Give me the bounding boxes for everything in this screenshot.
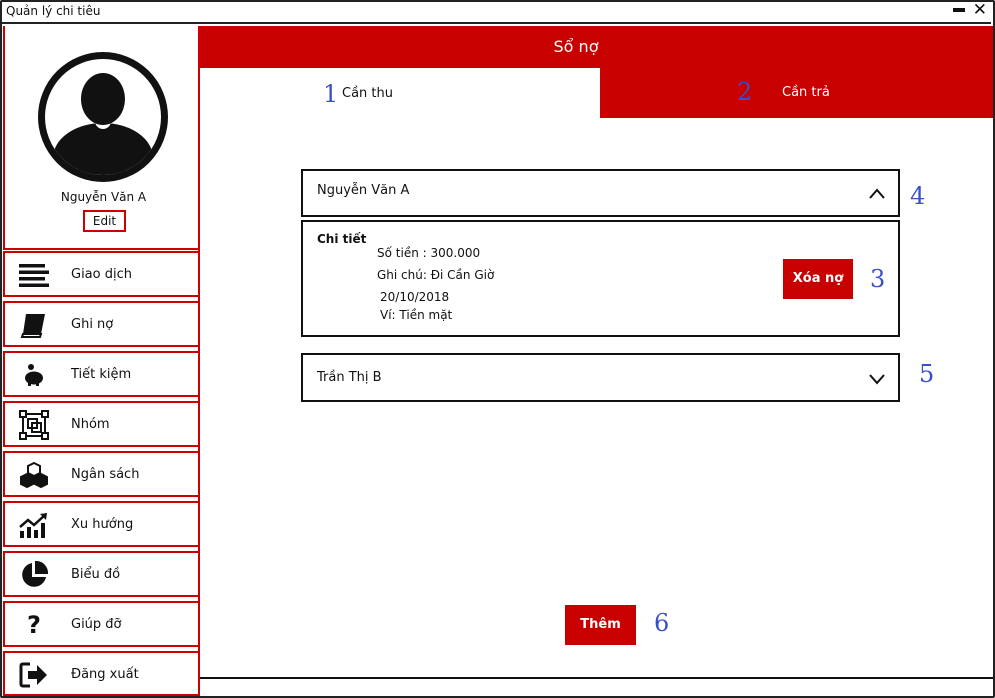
- annotation-5: 5: [919, 360, 935, 388]
- sidebar-item-label: Xu hướng: [71, 517, 134, 532]
- annotation-4: 4: [910, 182, 926, 210]
- chevron-down-icon[interactable]: [868, 370, 886, 388]
- annotation-6: 6: [654, 609, 670, 637]
- add-button[interactable]: Thêm: [565, 605, 636, 645]
- tab-can-tra[interactable]: 2 Cần trả: [600, 68, 993, 118]
- sidebar-item-label: Ghi nợ: [71, 317, 114, 332]
- sidebar-item-ngan-sach[interactable]: Ngân sách: [3, 451, 200, 497]
- debt-detail-panel: Chi tiết Số tiền : 300.000 Ghi chú: Đi C…: [301, 220, 900, 337]
- avatar: [38, 52, 168, 182]
- group-icon: [17, 410, 51, 440]
- sidebar-item-giup-do[interactable]: ? Giúp đỡ: [3, 601, 200, 647]
- tab-number: 2: [737, 78, 753, 106]
- profile-name: Nguyễn Văn A: [60, 190, 147, 204]
- sidebar-item-label: Tiết kiệm: [71, 367, 132, 382]
- sidebar-item-label: Nhóm: [71, 417, 110, 432]
- chevron-up-icon[interactable]: [868, 185, 886, 203]
- sidebar: Nguyễn Văn A Edit Giao dịch Ghi nợ Tiết …: [3, 26, 200, 696]
- logout-icon: [17, 661, 51, 689]
- annotation-3: 3: [870, 265, 886, 293]
- tab-can-thu[interactable]: 1 Cần thu: [200, 68, 600, 118]
- book-icon: [17, 311, 51, 339]
- delete-debt-button[interactable]: Xóa nợ: [783, 259, 853, 299]
- debt-item-1[interactable]: Nguyễn Văn A: [301, 169, 900, 217]
- profile-panel: Nguyễn Văn A Edit: [3, 26, 200, 250]
- boxes-icon: [17, 461, 51, 489]
- page-title: Sổ nợ: [553, 37, 599, 56]
- pie-chart-icon: [17, 560, 51, 589]
- sidebar-item-xu-huong[interactable]: Xu hướng: [3, 501, 200, 547]
- sidebar-item-bieu-do[interactable]: Biểu đồ: [3, 551, 200, 597]
- tab-label: Cần trả: [782, 85, 830, 100]
- sidebar-item-ghi-no[interactable]: Ghi nợ: [3, 301, 200, 347]
- sidebar-item-label: Biểu đồ: [71, 567, 121, 582]
- debt-note: Ghi chú: Đi Cần Giờ: [377, 268, 495, 282]
- edit-profile-button[interactable]: Edit: [83, 210, 126, 232]
- close-icon[interactable]: ✕: [973, 1, 987, 19]
- sidebar-item-label: Giúp đỡ: [71, 617, 122, 632]
- sidebar-item-label: Ngân sách: [71, 467, 140, 482]
- sidebar-item-label: Đăng xuất: [71, 667, 139, 682]
- sidebar-item-giao-dich[interactable]: Giao dịch: [3, 251, 200, 297]
- sidebar-item-tiet-kiem[interactable]: Tiết kiệm: [3, 351, 200, 397]
- debt-name: Nguyễn Văn A: [317, 183, 410, 198]
- window-title: Quản lý chi tiêu: [6, 4, 101, 18]
- debt-name: Trần Thị B: [317, 370, 382, 385]
- detail-title: Chi tiết: [317, 232, 367, 246]
- question-icon: ?: [27, 611, 41, 639]
- debt-item-2[interactable]: Trần Thị B: [301, 353, 900, 402]
- title-bar: Quản lý chi tiêu ✕: [0, 0, 991, 24]
- sidebar-item-label: Giao dịch: [71, 267, 132, 282]
- tab-number: 1: [323, 80, 339, 108]
- sidebar-item-nhom[interactable]: Nhóm: [3, 401, 200, 447]
- debt-wallet: Ví: Tiền mặt: [380, 308, 453, 322]
- debt-amount: Số tiền : 300.000: [377, 246, 481, 260]
- bottom-divider: [200, 677, 993, 679]
- list-icon: [17, 261, 51, 289]
- page-header: Sổ nợ: [200, 26, 993, 68]
- sidebar-item-dang-xuat[interactable]: Đăng xuất: [3, 651, 200, 696]
- minimize-icon[interactable]: [953, 8, 965, 12]
- piggy-bank-icon: [17, 361, 51, 389]
- debt-date: 20/10/2018: [380, 290, 450, 304]
- trend-icon: [17, 511, 51, 539]
- tab-label: Cần thu: [342, 86, 393, 101]
